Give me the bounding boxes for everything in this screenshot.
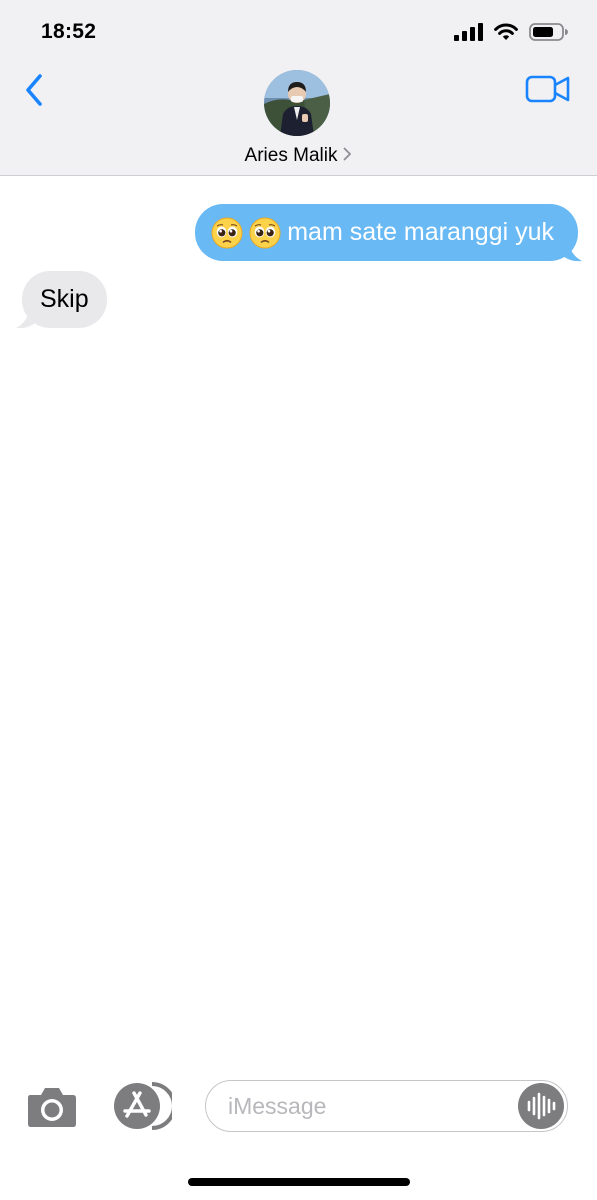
navigation-header: 18:52 Aries Malik (0, 0, 597, 176)
audio-waveform-icon (518, 1083, 564, 1129)
signal-icon (454, 23, 483, 41)
wifi-icon (494, 23, 518, 40)
home-indicator[interactable] (188, 1178, 410, 1186)
pleading-face-emoji-icon (211, 217, 243, 248)
incoming-bubble-tail (16, 307, 35, 329)
imessage-input[interactable] (226, 1081, 520, 1132)
camera-icon (28, 1088, 76, 1127)
contact-name: Aries Malik (244, 145, 338, 167)
video-camera-icon (525, 75, 570, 103)
back-button[interactable] (18, 70, 52, 110)
back-chevron-icon (26, 74, 42, 106)
incoming-message-text: Skip (40, 285, 89, 313)
status-icons (453, 22, 569, 42)
outgoing-message-bubble[interactable]: mam sate maranggi yuk (195, 204, 578, 261)
facetime-video-button[interactable] (525, 72, 571, 106)
avatar (264, 70, 330, 136)
contact-name-button[interactable]: Aries Malik (0, 145, 597, 167)
contact-avatar[interactable] (264, 70, 330, 136)
app-store-icon (114, 1082, 176, 1130)
battery-icon (529, 23, 568, 41)
status-time: 18:52 (41, 20, 97, 43)
outgoing-bubble-tail (563, 240, 582, 262)
app-store-button[interactable] (112, 1081, 176, 1131)
outgoing-message-text: mam sate maranggi yuk (287, 218, 554, 246)
camera-button[interactable] (26, 1083, 78, 1129)
audio-message-button[interactable] (518, 1083, 564, 1129)
pleading-face-emoji-icon (249, 217, 281, 248)
message-composer (205, 1080, 568, 1132)
chevron-right-icon (343, 145, 352, 167)
